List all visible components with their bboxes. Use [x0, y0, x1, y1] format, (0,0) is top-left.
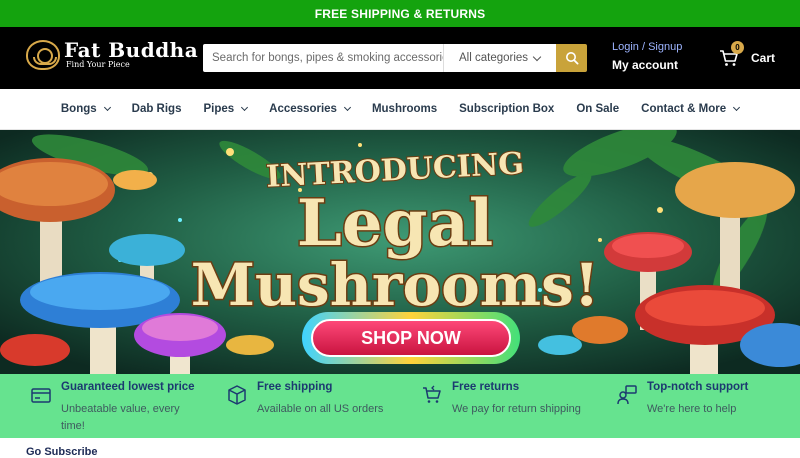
feature-desc: Unbeatable value, every time!: [61, 403, 180, 432]
buddha-logo-icon: [26, 40, 60, 70]
chevron-down-icon: [733, 103, 741, 112]
feature-title: Free returns: [452, 381, 520, 393]
box-icon: [228, 385, 246, 405]
my-account-link[interactable]: My account: [612, 56, 682, 74]
search-button[interactable]: [556, 44, 587, 72]
feature-desc: We're here to help: [647, 403, 737, 415]
feature-desc: Available on all US orders: [257, 403, 384, 415]
nav-label: Dab Rigs: [131, 103, 182, 115]
nav-label: Accessories: [269, 103, 337, 115]
announcement-text: FREE SHIPPING & RETURNS: [314, 6, 486, 21]
hero-banner[interactable]: INTRODUCING Legal Mushrooms! SHOP NOW: [0, 130, 800, 374]
nav-item-dab-rigs[interactable]: Dab Rigs: [132, 103, 182, 115]
chevron-down-icon: [103, 103, 111, 112]
feature-title: Free shipping: [257, 381, 333, 393]
cart-button[interactable]: 0 Cart: [719, 41, 776, 67]
account-area: Login / Signup My account: [612, 40, 682, 74]
shipping-announcement-bar: FREE SHIPPING & RETURNS: [0, 0, 800, 27]
site-logo[interactable]: Fat Buddha Find Your Piece: [26, 40, 198, 70]
section-heading: Go Subscribe: [26, 446, 98, 458]
credit-card-icon: [31, 388, 51, 403]
nav-label: Pipes: [203, 103, 235, 115]
chevron-down-icon: [532, 52, 542, 62]
cart-count-badge: 0: [731, 41, 744, 54]
nav-item-contact-more[interactable]: Contact & More: [641, 103, 741, 115]
cart-label: Cart: [751, 51, 776, 65]
main-navigation: Bongs Dab Rigs Pipes Accessories Mushroo…: [0, 89, 800, 130]
logo-title: Fat Buddha: [64, 38, 199, 62]
nav-item-on-sale[interactable]: On Sale: [576, 103, 619, 115]
features-strip: Guaranteed lowest price Unbeatable value…: [0, 374, 800, 438]
next-section: Go Subscribe: [0, 438, 800, 458]
feature-title: Guaranteed lowest price: [61, 381, 195, 393]
nav-label: Subscription Box: [459, 103, 555, 115]
search-icon: [565, 52, 579, 65]
banner-headline-mushrooms: Mushrooms!: [191, 251, 600, 319]
nav-item-mushrooms[interactable]: Mushrooms: [372, 103, 437, 115]
nav-label: Contact & More: [641, 103, 727, 115]
cart-return-icon: [423, 385, 441, 403]
banner-headline-legal: Legal: [297, 186, 493, 261]
nav-item-accessories[interactable]: Accessories: [269, 103, 351, 115]
shop-now-label: SHOP NOW: [361, 328, 461, 348]
chevron-down-icon: [241, 103, 249, 112]
support-icon: [617, 385, 637, 405]
chevron-down-icon: [343, 103, 351, 112]
category-select-value: All categories: [459, 52, 529, 64]
nav-label: Bongs: [60, 103, 97, 115]
category-select[interactable]: All categories: [443, 44, 556, 72]
search-bar: All categories: [203, 44, 587, 72]
search-input[interactable]: [203, 44, 443, 72]
feature-title: Top-notch support: [647, 381, 749, 393]
shop-now-button[interactable]: SHOP NOW: [302, 312, 520, 364]
nav-item-bongs[interactable]: Bongs: [60, 103, 111, 115]
feature-desc: We pay for return shipping: [452, 403, 581, 415]
site-header: Fat Buddha Find Your Piece All categorie…: [0, 27, 800, 89]
nav-item-subscription-box[interactable]: Subscription Box: [459, 103, 554, 115]
nav-label: Mushrooms: [371, 103, 438, 115]
nav-item-pipes[interactable]: Pipes: [203, 103, 249, 115]
login-signup-link[interactable]: Login / Signup: [612, 40, 682, 54]
nav-label: On Sale: [576, 103, 620, 115]
hero-banner-illustration: INTRODUCING Legal Mushrooms! SHOP NOW: [0, 130, 800, 374]
